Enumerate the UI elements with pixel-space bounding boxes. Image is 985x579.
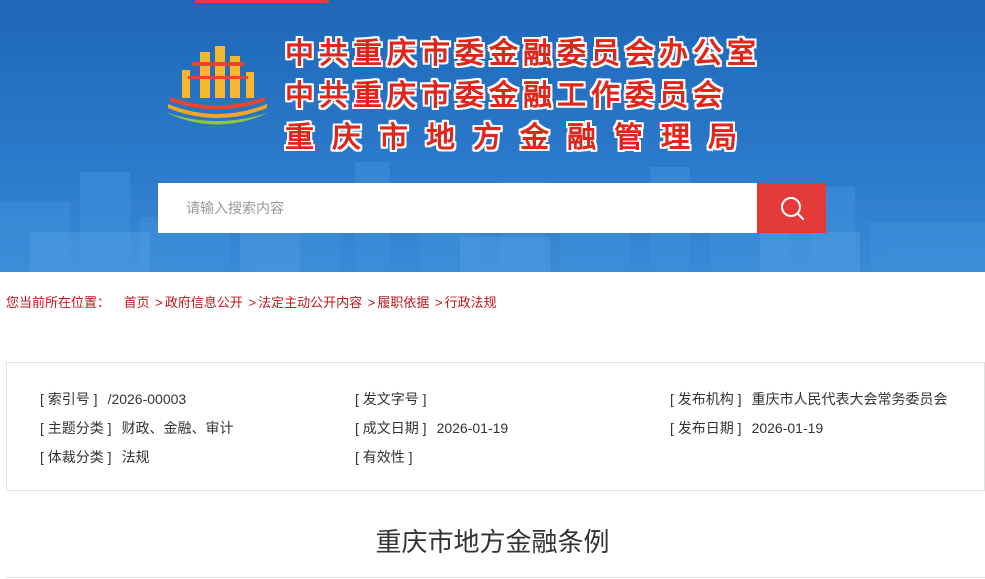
breadcrumb-admin-regulations[interactable]: 行政法规 [445,295,497,310]
breadcrumb-separator: > [367,295,376,310]
meta-created-value: 2026-01-19 [436,420,509,436]
search-button[interactable] [757,183,826,233]
meta-genre: [ 体裁分类 ] 法规 [40,447,150,467]
meta-index-no-label: [ 索引号 ] [40,391,98,407]
breadcrumb-home[interactable]: 首页 [124,295,150,310]
breadcrumb-separator: > [155,295,163,310]
meta-issuer-label: [ 发布机构 ] [670,391,742,407]
breadcrumb-lead: 您当前所在位置： [6,295,111,310]
divider [6,577,985,578]
header-banner: 中共重庆市委金融委员会办公室 中共重庆市委金融工作委员会 重庆市地方金融管理局 [0,0,985,272]
breadcrumb-separator: > [434,295,443,310]
meta-published: [ 发布日期 ] 2026-01-19 [670,418,823,438]
meta-published-value: 2026-01-19 [751,420,824,436]
meta-genre-label: [ 体裁分类 ] [40,449,112,465]
document-metadata-panel: [ 索引号 ] /2026-00003 [ 发文字号 ] [ 发布机构 ] 重庆市人… [6,362,985,491]
site-title-block: 中共重庆市委金融委员会办公室 中共重庆市委金融工作委员会 重庆市地方金融管理局 [285,32,845,158]
meta-validity: [ 有效性 ] [355,447,423,467]
meta-validity-label: [ 有效性 ] [355,449,413,465]
breadcrumb-duty-basis[interactable]: 履职依据 [377,295,429,310]
meta-created: [ 成文日期 ] 2026-01-19 [355,418,508,438]
meta-genre-value: 法规 [121,449,150,465]
breadcrumb-statutory-content[interactable]: 法定主动公开内容 [258,295,362,310]
top-accent-bar [195,0,329,3]
breadcrumb-gov-info[interactable]: 政府信息公开 [165,295,243,310]
document-title: 重庆市地方金融条例 [375,527,610,557]
meta-doc-no: [ 发文字号 ] [355,389,437,409]
meta-created-label: [ 成文日期 ] [355,420,427,436]
meta-topic-value: 财政、金融、审计 [121,420,234,436]
site-title-line-2: 中共重庆市委金融工作委员会 [285,78,728,112]
search-bar [158,183,826,233]
meta-published-label: [ 发布日期 ] [670,420,742,436]
meta-topic-label: [ 主题分类 ] [40,420,112,436]
breadcrumb: 您当前所在位置： 首页 > 政府信息公开 > 法定主动公开内容 > 履职依据 > 行政法… [6,292,497,311]
search-icon [780,197,804,220]
meta-doc-no-label: [ 发文字号 ] [355,391,427,407]
meta-index-no: [ 索引号 ] /2026-00003 [40,389,186,409]
meta-index-no-value: /2026-00003 [107,391,187,407]
meta-issuer: [ 发布机构 ] 重庆市人民代表大会常务委员会 [670,389,948,409]
breadcrumb-separator: > [248,295,257,310]
search-input[interactable] [158,183,757,233]
emblem-logo-icon [165,46,270,125]
meta-topic: [ 主题分类 ] 财政、金融、审计 [40,418,234,438]
meta-issuer-value: 重庆市人民代表大会常务委员会 [751,391,948,407]
site-title-line-3: 重庆市地方金融管理局 [285,120,756,154]
site-title-line-1: 中共重庆市委金融委员会办公室 [285,36,762,70]
